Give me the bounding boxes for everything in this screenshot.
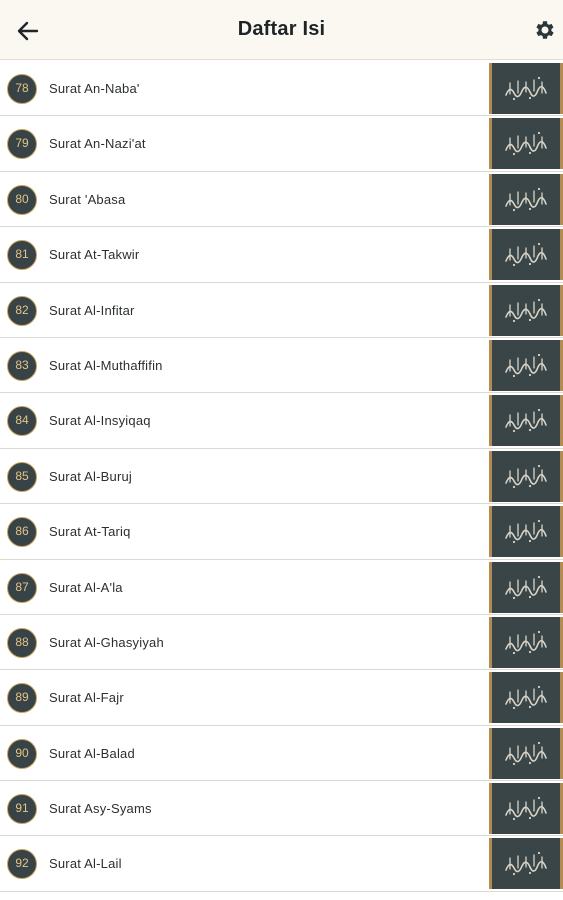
surah-name: Surat Al-Fajr: [49, 690, 124, 706]
surah-calligraphy-image: [489, 783, 563, 835]
surah-list-item[interactable]: 81 Surat At-Takwir: [0, 227, 563, 283]
surah-calligraphy-image: [489, 284, 563, 336]
surah-list-item[interactable]: 82 Surat Al-Infitar: [0, 282, 563, 338]
surah-list-item[interactable]: 91 Surat Asy-Syams: [0, 781, 563, 837]
surah-name: Surat An-Nazi'at: [49, 136, 146, 152]
surah-name: Surat Al-Lail: [49, 856, 122, 872]
surah-list-item[interactable]: 84 Surat Al-Insyiqaq: [0, 393, 563, 449]
app-bar: Daftar Isi: [0, 0, 563, 60]
surah-name: Surat Al-Buruj: [49, 468, 133, 484]
surah-calligraphy-image: [489, 63, 563, 114]
surah-list-item[interactable]: 90 Surat Al-Balad: [0, 725, 563, 782]
surah-calligraphy-image: [489, 395, 563, 447]
surah-list-item[interactable]: 86 Surat At-Tariq: [0, 504, 563, 560]
surah-list: 78 Surat An-Naba' 79 Surat An-Nazi'at 80…: [0, 61, 563, 892]
surah-number-badge: 89: [7, 683, 37, 714]
surah-number-badge: 87: [7, 572, 37, 603]
surah-number-badge: 88: [7, 627, 37, 658]
surah-number-badge: 79: [7, 129, 37, 160]
surah-name: Surat 'Abasa: [49, 191, 126, 207]
page-title: Daftar Isi: [237, 18, 326, 40]
surah-number-badge: 86: [7, 517, 37, 548]
surah-number-badge: 91: [7, 794, 37, 825]
surah-name: Surat Asy-Syams: [49, 801, 152, 817]
surah-calligraphy-image: [489, 229, 563, 281]
surah-number-badge: 81: [7, 240, 37, 271]
surah-calligraphy-image: [489, 616, 563, 668]
surah-name: Surat Al-Balad: [49, 745, 135, 761]
surah-calligraphy-image: [489, 561, 563, 613]
surah-name: Surat An-Naba': [49, 81, 140, 96]
surah-calligraphy-image: [489, 727, 563, 779]
surah-number-badge: 80: [7, 184, 37, 215]
surah-calligraphy-image: [489, 672, 563, 724]
surah-name: Surat Al-Muthaffifin: [49, 357, 163, 373]
surah-calligraphy-image: [489, 450, 563, 502]
surah-list-item[interactable]: 89 Surat Al-Fajr: [0, 670, 563, 726]
surah-list-item[interactable]: 92 Surat Al-Lail: [0, 836, 563, 892]
surah-calligraphy-image: [489, 838, 563, 890]
surah-number-badge: 82: [7, 295, 37, 326]
surah-list-item[interactable]: 78 Surat An-Naba': [0, 61, 563, 117]
surah-list-item[interactable]: 88 Surat Al-Ghasyiyah: [0, 614, 563, 671]
surah-name: Surat Al-Infitar: [49, 302, 135, 318]
surah-number-badge: 84: [7, 406, 37, 437]
surah-name: Surat Al-Insyiqaq: [49, 413, 151, 429]
surah-number-badge: 90: [7, 738, 37, 769]
surah-calligraphy-image: [489, 118, 563, 170]
surah-number-badge: 83: [7, 350, 37, 381]
surah-number-badge: 92: [7, 849, 37, 880]
gear-icon: [536, 21, 554, 39]
surah-list-item[interactable]: 80 Surat 'Abasa: [0, 171, 563, 228]
surah-number-badge: 78: [7, 74, 37, 104]
surah-number-badge: 85: [7, 461, 37, 492]
surah-name: Surat Al-A'la: [49, 579, 123, 595]
surah-name: Surat At-Takwir: [49, 247, 140, 263]
surah-list-item[interactable]: 87 Surat Al-A'la: [0, 559, 563, 615]
settings-button[interactable]: [533, 18, 557, 42]
surah-list-item[interactable]: 83 Surat Al-Muthaffifin: [0, 337, 563, 394]
surah-calligraphy-image: [489, 506, 563, 558]
surah-calligraphy-image: [489, 339, 563, 391]
surah-calligraphy-image: [489, 173, 563, 225]
surah-list-item[interactable]: 85 Surat Al-Buruj: [0, 448, 563, 505]
surah-list-item[interactable]: 79 Surat An-Nazi'at: [0, 116, 563, 172]
surah-name: Surat At-Tariq: [49, 524, 131, 540]
surah-name: Surat Al-Ghasyiyah: [49, 634, 164, 650]
